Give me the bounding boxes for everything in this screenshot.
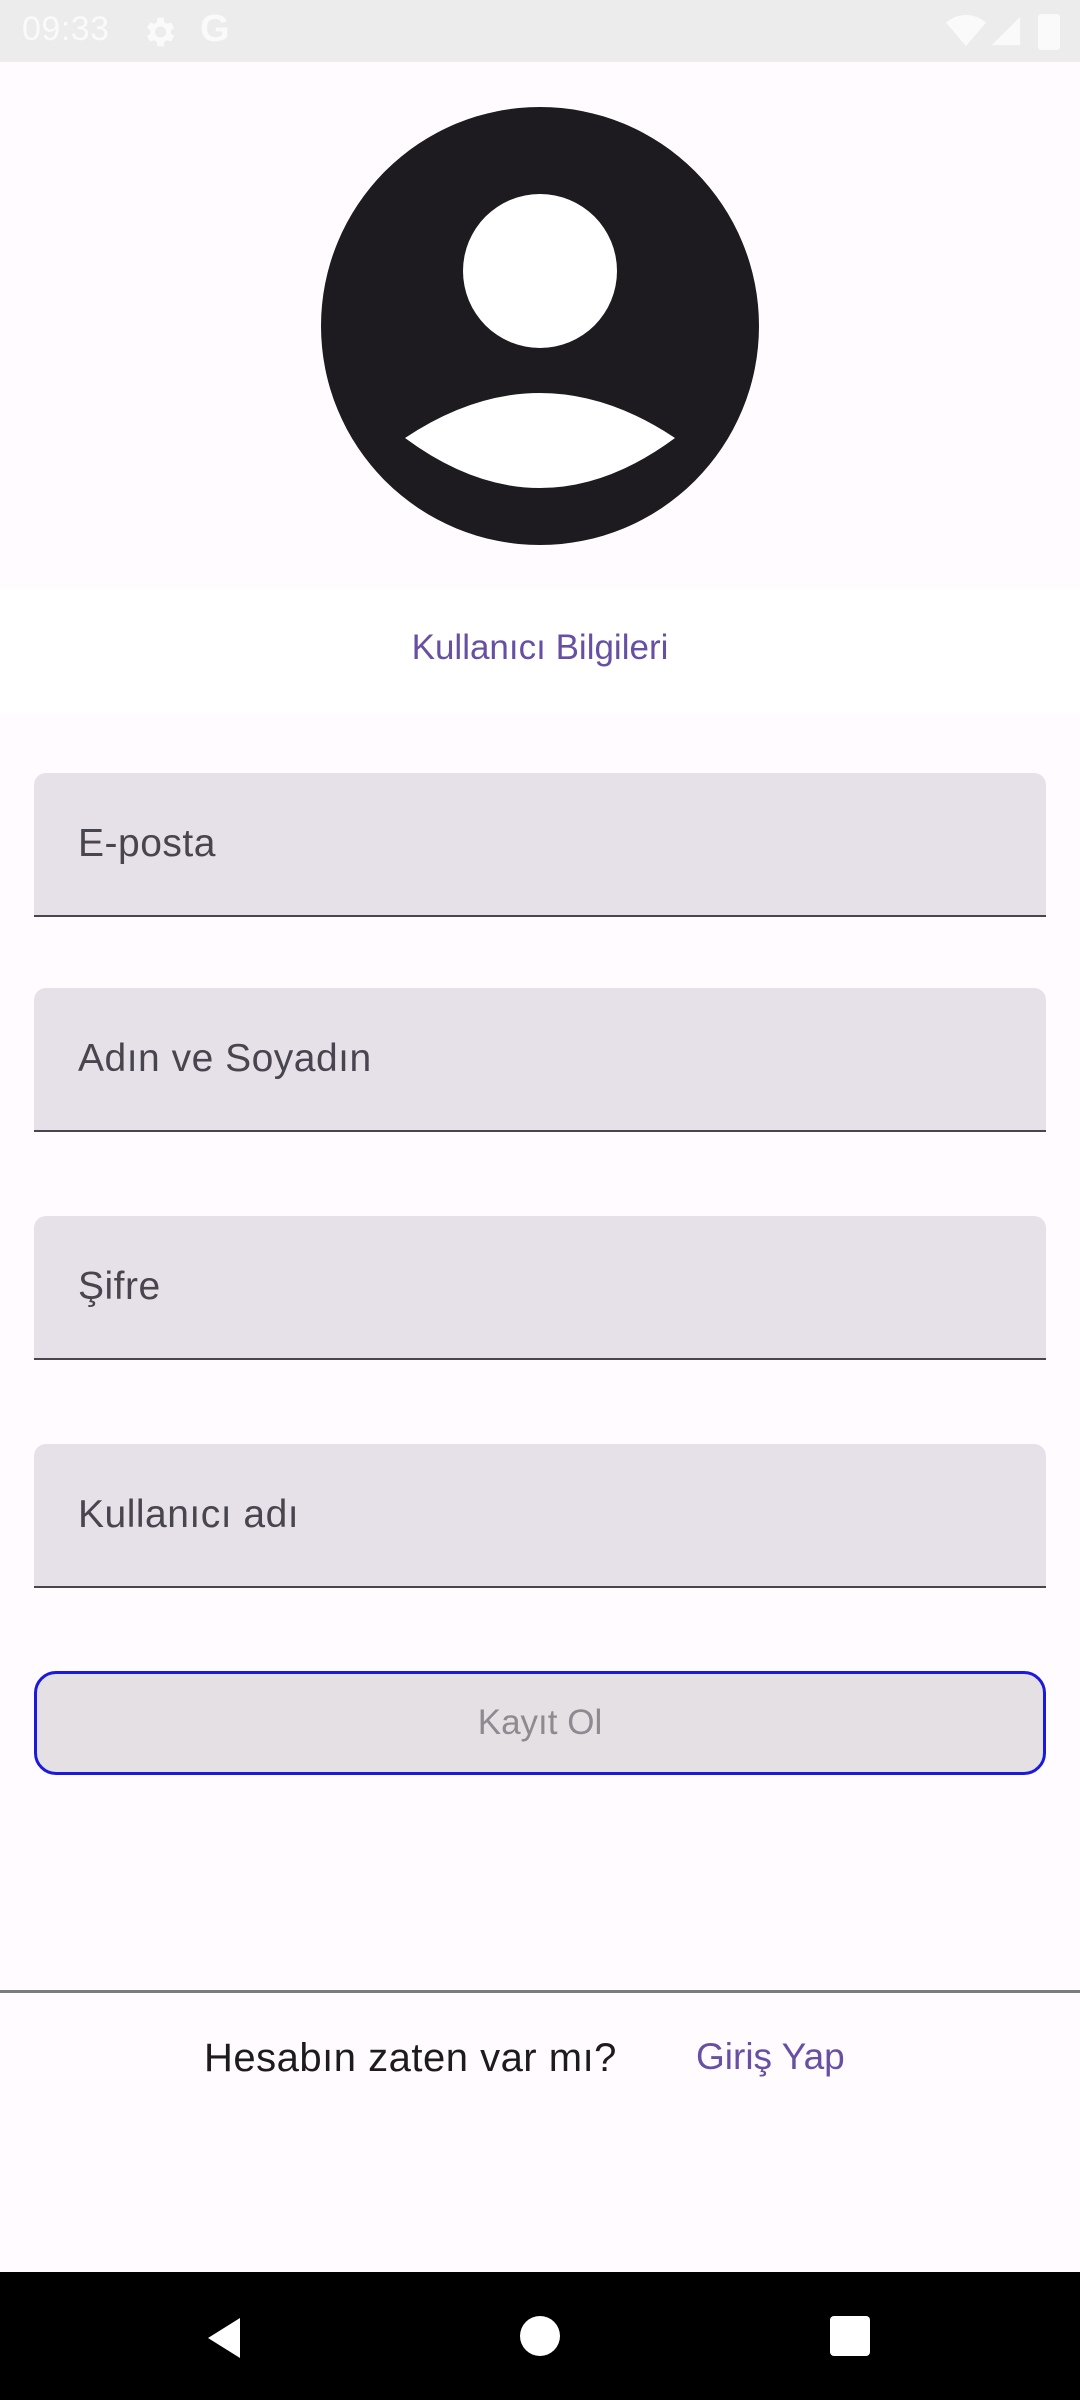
- register-button[interactable]: Kayıt Ol: [34, 1671, 1046, 1775]
- email-input[interactable]: [34, 773, 1046, 915]
- home-icon[interactable]: [520, 2316, 560, 2356]
- google-icon: G: [200, 8, 230, 50]
- have-account-text: Hesabın zaten var mı?: [204, 2036, 617, 2080]
- wifi-off-icon: [946, 15, 986, 46]
- username-field[interactable]: [34, 1444, 1046, 1588]
- login-link[interactable]: Giriş Yap: [696, 2036, 845, 2078]
- signal-icon: [991, 16, 1021, 46]
- password-input[interactable]: [34, 1216, 1046, 1358]
- email-field[interactable]: [34, 773, 1046, 917]
- recents-icon[interactable]: [830, 2316, 870, 2356]
- back-icon[interactable]: [200, 2314, 248, 2362]
- settings-icon: [146, 17, 175, 47]
- status-bar: 09:33 G: [0, 0, 1080, 62]
- name-field[interactable]: [34, 988, 1046, 1132]
- status-time: 09:33: [22, 10, 110, 48]
- divider: [0, 1990, 1080, 1993]
- password-field[interactable]: [34, 1216, 1046, 1360]
- section-title: Kullanıcı Bilgileri: [411, 628, 669, 667]
- name-input[interactable]: [34, 988, 1046, 1130]
- username-input[interactable]: [34, 1444, 1046, 1586]
- battery-icon: [1038, 14, 1060, 50]
- account-circle-icon[interactable]: [320, 106, 760, 546]
